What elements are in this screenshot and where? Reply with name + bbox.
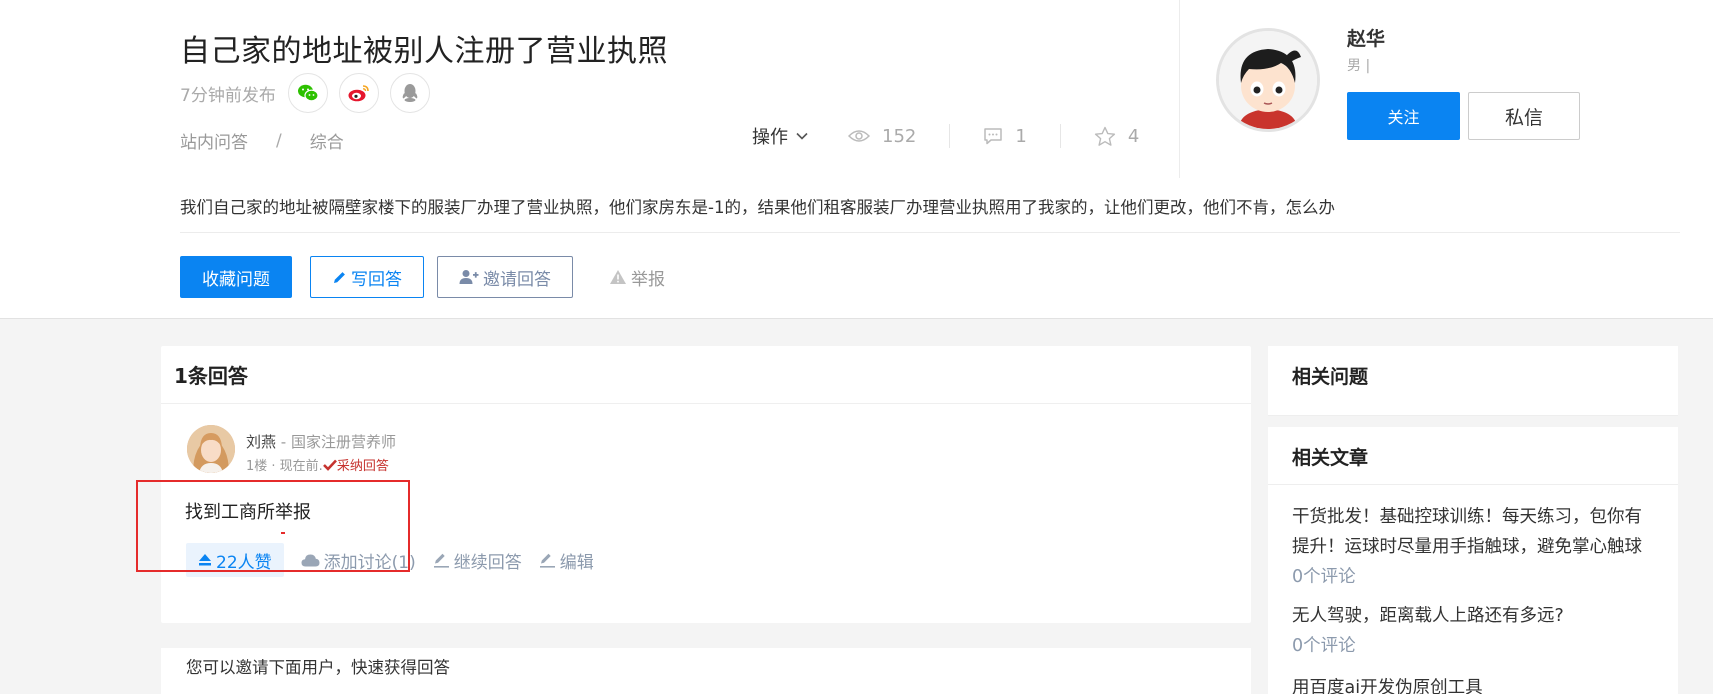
- edit-label: 编辑: [559, 552, 594, 573]
- breadcrumb-item-qa[interactable]: 站内问答: [180, 128, 248, 153]
- check-icon: [322, 459, 337, 471]
- eye-icon: [848, 130, 870, 142]
- panel-divider: [1268, 484, 1678, 485]
- question-meta: 7分钟前发布: [180, 72, 441, 114]
- highlight-annotation-box: [136, 480, 410, 572]
- favorites-count: 4: [1127, 125, 1140, 147]
- article-title[interactable]: 用百度ai开发伪原创工具: [1292, 673, 1654, 694]
- invite-answer-label: 邀请回答: [483, 269, 551, 290]
- question-header: 自己家的地址被别人注册了营业执照 7分钟前发布 站内问答 / 综合 操作 152…: [0, 0, 1713, 319]
- edit-icon: [433, 553, 449, 568]
- add-user-icon: [459, 270, 479, 284]
- answerer-title: - 国家注册营养师: [276, 433, 396, 451]
- warning-icon: [610, 270, 626, 284]
- comments-stat[interactable]: 1: [983, 125, 1027, 147]
- breadcrumb: 站内问答 / 综合: [180, 128, 344, 154]
- comment-icon: [984, 128, 1003, 145]
- favorites-stat[interactable]: 4: [1094, 126, 1139, 147]
- invite-answer-button[interactable]: 邀请回答: [437, 256, 573, 298]
- pencil-icon: [334, 271, 345, 283]
- favorite-question-button[interactable]: 收藏问题: [180, 256, 292, 298]
- list-item: 干货批发！基础控球训练！每天练习，包你有提升！运球时尽量用手指触球，避免掌心触球…: [1292, 502, 1654, 592]
- report-label: 举报: [631, 269, 665, 290]
- adopted-label: 采纳回答: [336, 459, 389, 474]
- operations-label: 操作: [752, 127, 788, 148]
- invite-users-text: 您可以邀请下面用户，快速获得回答: [186, 658, 450, 677]
- operations-dropdown[interactable]: 操作: [752, 123, 808, 149]
- question-actions: 收藏问题 写回答 邀请回答 举报: [180, 256, 665, 298]
- continue-answer-label: 继续回答: [453, 552, 522, 573]
- weibo-icon[interactable]: [338, 73, 379, 113]
- qq-icon[interactable]: [389, 73, 430, 113]
- adopted-badge: 采纳回答: [322, 455, 389, 474]
- breadcrumb-item-general[interactable]: 综合: [310, 128, 344, 153]
- follow-button[interactable]: 关注: [1347, 92, 1460, 140]
- stat-divider: [1059, 124, 1061, 148]
- message-button[interactable]: 私信: [1468, 92, 1580, 140]
- related-questions-panel: 相关问题: [1268, 346, 1678, 416]
- highlight-annotation-mark: [281, 532, 285, 534]
- write-answer-label: 写回答: [351, 269, 402, 290]
- header-divider: [1179, 0, 1180, 178]
- views-stat: 152: [848, 126, 916, 147]
- description-divider: [180, 232, 1680, 233]
- invite-users-panel: 您可以邀请下面用户，快速获得回答: [161, 648, 1251, 694]
- article-comments: 0个评论: [1292, 567, 1356, 587]
- list-item: 无人驾驶，距离载人上路还有多远? 0个评论: [1292, 601, 1654, 661]
- continue-answer-button[interactable]: 继续回答: [433, 548, 522, 573]
- report-button[interactable]: 举报: [609, 256, 665, 298]
- answer-floor-time: 1楼 · 现在前.: [246, 459, 323, 474]
- edit-icon: [539, 553, 555, 568]
- answers-count-title: 1条回答: [174, 364, 248, 388]
- views-count: 152: [882, 125, 917, 147]
- avatar[interactable]: [1216, 28, 1320, 132]
- panel-divider: [1268, 415, 1678, 416]
- question-stats: 操作 152 1 4: [752, 123, 1139, 149]
- breadcrumb-separator: /: [276, 130, 282, 151]
- stat-divider: [949, 124, 951, 148]
- answer-meta: 1楼 · 现在前. 采纳回答: [246, 455, 389, 474]
- list-item: 用百度ai开发伪原创工具: [1292, 673, 1654, 694]
- star-icon: [1094, 126, 1115, 146]
- avatar[interactable]: [187, 425, 235, 473]
- answerer-name: 刘燕 - 国家注册营养师: [246, 431, 396, 452]
- comments-count: 1: [1015, 125, 1027, 147]
- question-description: 我们自己家的地址被隔壁家楼下的服装厂办理了营业执照，他们家房东是-1的，结果他们…: [180, 198, 1335, 217]
- write-answer-button[interactable]: 写回答: [310, 256, 424, 298]
- answers-divider: [161, 403, 1251, 404]
- edit-button[interactable]: 编辑: [539, 548, 594, 573]
- publish-time: 7分钟前发布: [180, 85, 276, 106]
- wechat-icon[interactable]: [287, 73, 328, 113]
- chevron-down-icon: [796, 132, 808, 140]
- answerer-name-text[interactable]: 刘燕: [246, 433, 276, 451]
- related-questions-title: 相关问题: [1292, 366, 1369, 388]
- article-comments: 0个评论: [1292, 636, 1356, 656]
- related-articles-title: 相关文章: [1292, 447, 1369, 469]
- article-title[interactable]: 无人驾驶，距离载人上路还有多远?: [1292, 601, 1654, 631]
- article-title[interactable]: 干货批发！基础控球训练！每天练习，包你有提升！运球时尽量用手指触球，避免掌心触球: [1292, 502, 1654, 562]
- author-name[interactable]: 赵华: [1347, 24, 1385, 51]
- related-articles-panel: 相关文章 干货批发！基础控球训练！每天练习，包你有提升！运球时尽量用手指触球，避…: [1268, 427, 1678, 694]
- author-gender: 男 |: [1347, 58, 1371, 74]
- question-title: 自己家的地址被别人注册了营业执照: [180, 34, 668, 69]
